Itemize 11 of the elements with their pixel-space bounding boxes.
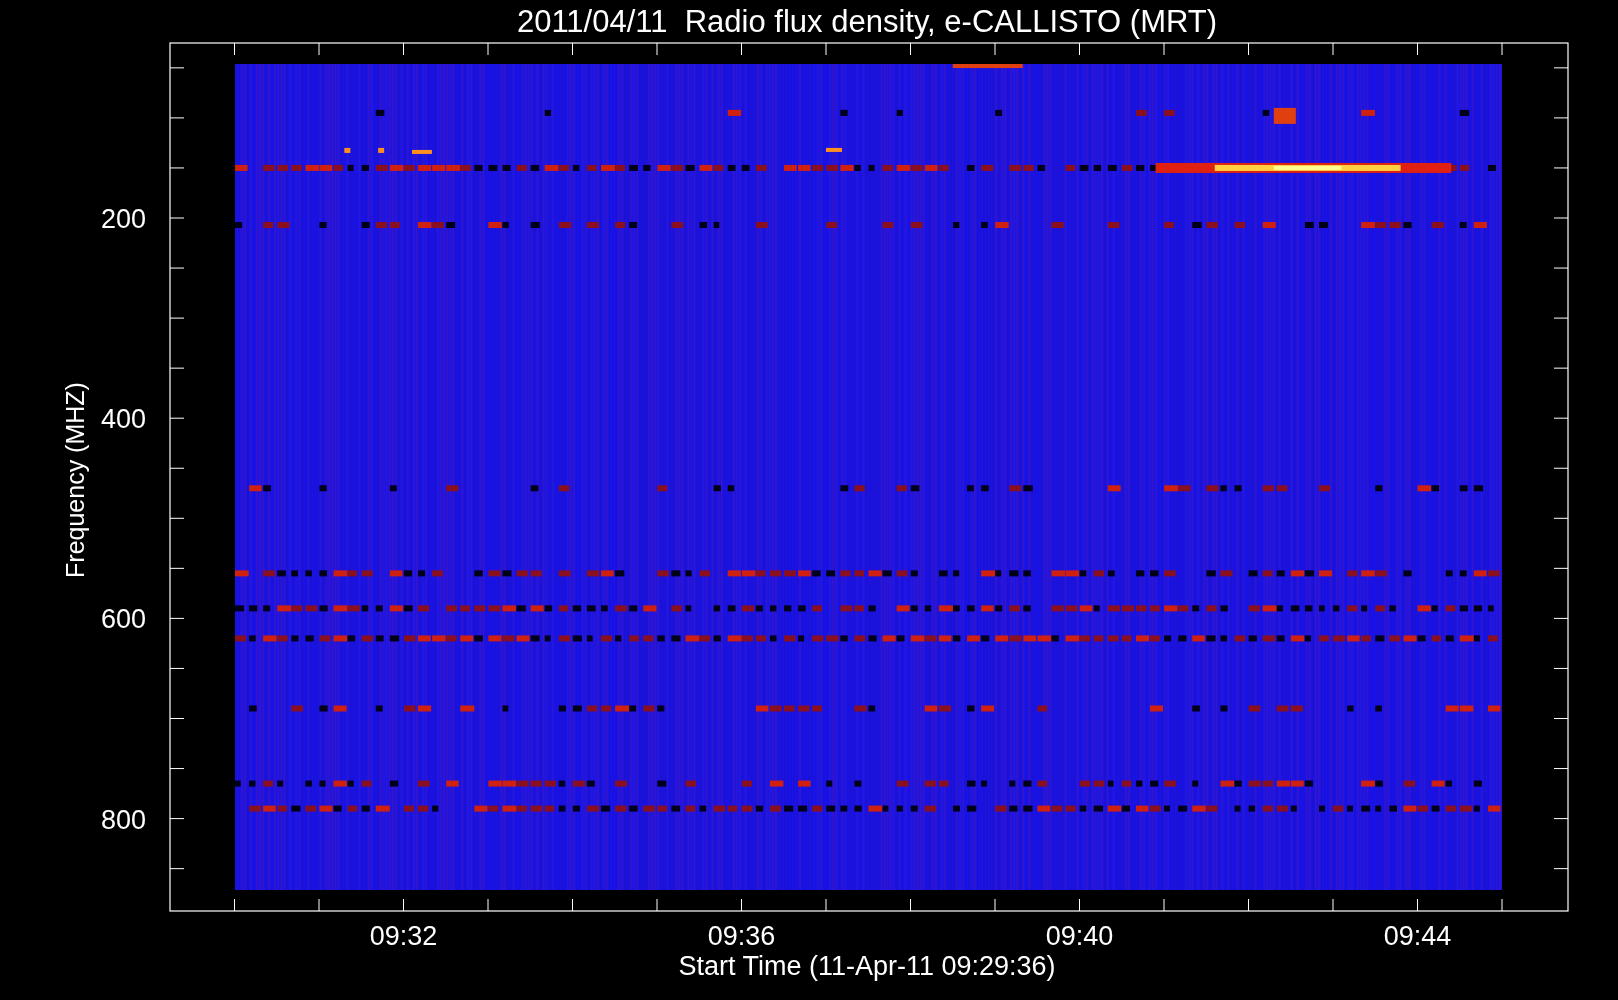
x-axis-label: Start Time (11-Apr-11 09:29:36): [678, 951, 1056, 981]
x-tick-label: 09:36: [707, 921, 776, 951]
y-tick-label: 400: [100, 404, 146, 435]
y-tick-label: 800: [100, 804, 146, 835]
x-tick-label: 09:44: [1383, 921, 1452, 951]
chart-title: 2011/04/11 Radio flux density, e-CALLISTO (MRT): [516, 4, 1218, 39]
x-tick-label: 09:32: [369, 921, 438, 951]
y-tick-label: 600: [100, 604, 146, 635]
y-tick-label: 200: [100, 204, 146, 234]
y-axis-label: Frequency (MHZ): [61, 382, 89, 578]
x-tick-label: 09:40: [1045, 921, 1114, 951]
